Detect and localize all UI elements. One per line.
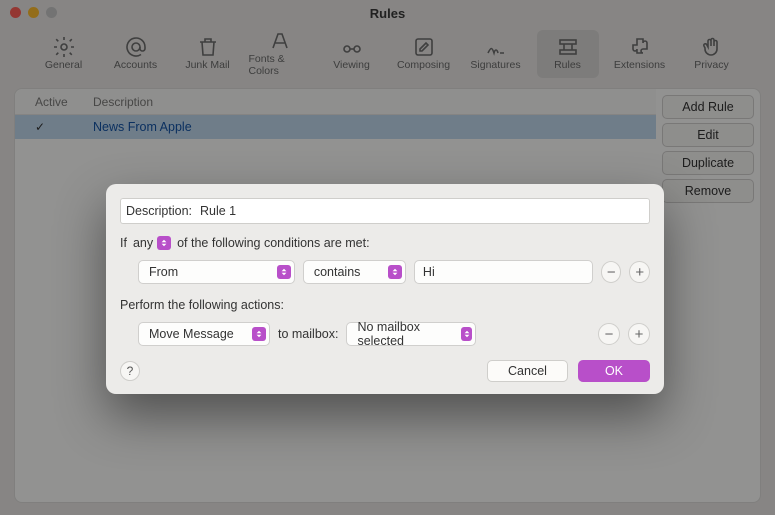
tab-signatures[interactable]: Signatures	[465, 30, 527, 78]
tab-label: Accounts	[114, 59, 157, 71]
window-title: Rules	[8, 6, 767, 21]
signature-icon	[484, 38, 508, 56]
tab-junk-mail[interactable]: Junk Mail	[177, 30, 239, 78]
rules-side-buttons: Add Rule Edit Duplicate Remove	[656, 89, 760, 502]
preferences-toolbar: General Accounts Junk Mail Fonts & Color…	[0, 26, 775, 82]
conditions-suffix: of the following conditions are met:	[177, 236, 369, 250]
description-input[interactable]	[200, 202, 644, 220]
compose-icon	[412, 38, 436, 56]
chevron-updown-icon	[388, 265, 402, 279]
mailbox-popup[interactable]: No mailbox selected	[346, 322, 476, 346]
hand-icon	[700, 38, 724, 56]
chevron-updown-icon	[277, 265, 291, 279]
tab-fonts-colors[interactable]: Fonts & Colors	[249, 30, 311, 78]
duplicate-rule-button[interactable]: Duplicate	[662, 151, 754, 175]
window-controls	[10, 7, 57, 18]
edit-rule-button[interactable]: Edit	[662, 123, 754, 147]
chevron-updown-icon	[461, 327, 473, 341]
tab-privacy[interactable]: Privacy	[681, 30, 743, 78]
condition-field-popup[interactable]: From	[138, 260, 295, 284]
cancel-button[interactable]: Cancel	[487, 360, 568, 382]
rules-icon	[556, 38, 580, 56]
close-window-button[interactable]	[10, 7, 21, 18]
chevron-updown-icon	[157, 236, 171, 250]
titlebar: Rules	[0, 0, 775, 26]
add-rule-button[interactable]: Add Rule	[662, 95, 754, 119]
tab-label: Rules	[554, 59, 581, 71]
add-action-button[interactable]: +	[628, 323, 650, 345]
actions-label: Perform the following actions:	[120, 298, 650, 312]
table-row[interactable]: ✓ News From Apple	[15, 115, 656, 139]
puzzle-icon	[628, 38, 652, 56]
any-all-label: any	[133, 236, 153, 250]
condition-row: From contains − +	[120, 260, 650, 284]
tab-composing[interactable]: Composing	[393, 30, 455, 78]
chevron-updown-icon	[252, 327, 266, 341]
font-icon	[268, 32, 292, 50]
tab-extensions[interactable]: Extensions	[609, 30, 671, 78]
rule-description: News From Apple	[93, 120, 192, 134]
mailbox-label: No mailbox selected	[357, 320, 452, 348]
condition-operator-label: contains	[314, 265, 361, 279]
condition-value-input[interactable]	[414, 260, 593, 284]
tab-label: Signatures	[470, 59, 520, 71]
rule-active-checkmark[interactable]: ✓	[35, 120, 93, 134]
tab-viewing[interactable]: Viewing	[321, 30, 383, 78]
col-description-header[interactable]: Description	[93, 95, 656, 109]
condition-field-label: From	[149, 265, 178, 279]
remove-condition-button[interactable]: −	[601, 261, 622, 283]
add-condition-button[interactable]: +	[629, 261, 650, 283]
tab-label: Composing	[397, 59, 450, 71]
gear-icon	[52, 38, 76, 56]
ok-button[interactable]: OK	[578, 360, 650, 382]
action-row: Move Message to mailbox: No mailbox sele…	[120, 322, 650, 346]
zoom-window-button[interactable]	[46, 7, 57, 18]
description-row: Description:	[120, 198, 650, 224]
remove-action-button[interactable]: −	[598, 323, 620, 345]
if-text: If	[120, 236, 127, 250]
tab-label: Privacy	[694, 59, 728, 71]
remove-rule-button[interactable]: Remove	[662, 179, 754, 203]
action-verb-label: Move Message	[149, 327, 234, 341]
edit-rule-sheet: Description: If any of the following con…	[106, 184, 664, 394]
tab-rules[interactable]: Rules	[537, 30, 599, 78]
tab-label: Junk Mail	[185, 59, 229, 71]
rules-list-header: Active Description	[15, 89, 656, 115]
tab-label: Fonts & Colors	[249, 53, 311, 77]
minimize-window-button[interactable]	[28, 7, 39, 18]
glasses-icon	[340, 38, 364, 56]
col-active-header[interactable]: Active	[35, 95, 93, 109]
tab-label: Viewing	[333, 59, 370, 71]
action-verb-popup[interactable]: Move Message	[138, 322, 270, 346]
at-icon	[124, 38, 148, 56]
help-button[interactable]: ?	[120, 361, 140, 381]
conditions-sentence: If any of the following conditions are m…	[120, 236, 650, 250]
tab-label: General	[45, 59, 82, 71]
tab-label: Extensions	[614, 59, 665, 71]
trash-icon	[196, 38, 220, 56]
any-all-popup[interactable]: any	[133, 236, 171, 250]
sheet-footer: ? Cancel OK	[120, 360, 650, 382]
tab-general[interactable]: General	[33, 30, 95, 78]
to-mailbox-label: to mailbox:	[278, 327, 338, 341]
description-label: Description:	[126, 204, 192, 218]
tab-accounts[interactable]: Accounts	[105, 30, 167, 78]
condition-operator-popup[interactable]: contains	[303, 260, 406, 284]
